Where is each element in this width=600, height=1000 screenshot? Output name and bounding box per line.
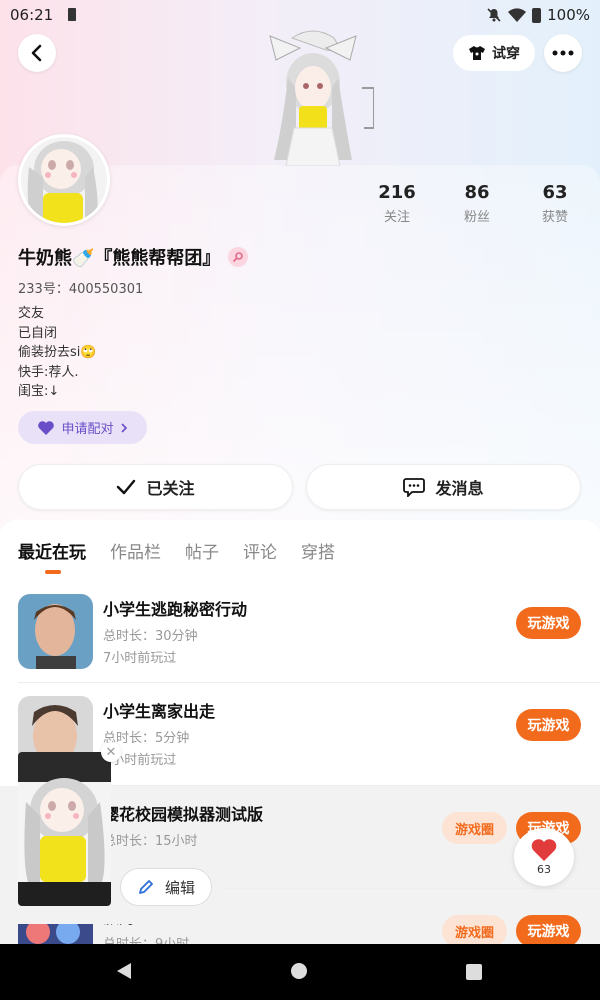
nav-recents-icon[interactable] [466, 964, 482, 980]
edit-button[interactable]: 编辑 [120, 868, 212, 906]
game-circle-button[interactable]: 游戏圈 [442, 812, 507, 844]
stat-label: 粉丝 [463, 210, 490, 225]
following-label: 已关注 [146, 479, 195, 498]
wifi-icon [508, 8, 527, 22]
like-button[interactable]: 63 [514, 828, 574, 886]
tab-outfits[interactable]: 穿搭 [301, 538, 335, 563]
game-title: 樱花校园模拟器测试版 [103, 805, 264, 824]
nav-home-icon[interactable] [291, 963, 307, 979]
battery-icon [532, 7, 542, 23]
user-id: 233号：400550301 [18, 282, 144, 297]
bio-line: 偷装扮去si🙄 [18, 345, 97, 360]
stat-likes[interactable]: 63 获赞 [520, 182, 590, 225]
avatar-image [21, 137, 107, 223]
bio-line: 已自闭 [18, 325, 58, 341]
status-icons: 100% [486, 6, 590, 24]
tab-works[interactable]: 作品栏 [110, 538, 161, 563]
stat-label: 获赞 [541, 210, 568, 225]
edit-label: 编辑 [164, 878, 195, 897]
tab-indicator [45, 570, 61, 574]
stat-following[interactable]: 216 关注 [362, 182, 432, 225]
tab-posts[interactable]: 帖子 [185, 538, 219, 563]
profile-tabs: 最近在玩 作品栏 帖子 评论 穿搭 [18, 538, 335, 563]
sim-icon [68, 8, 76, 21]
nav-back-icon[interactable] [115, 962, 133, 980]
more-button[interactable] [544, 34, 582, 72]
tab-recent-played[interactable]: 最近在玩 [18, 538, 86, 563]
battery-percent: 100% [547, 6, 590, 24]
pencil-icon [139, 880, 153, 894]
game-title: 小学生离家出走 [103, 702, 216, 721]
stat-number: 216 [378, 182, 416, 203]
message-label: 发消息 [435, 479, 484, 498]
chevron-right-icon [120, 422, 127, 433]
play-game-button[interactable]: 玩游戏 [516, 607, 581, 639]
like-count: 63 [537, 863, 551, 876]
message-button[interactable]: 发消息 [306, 464, 581, 510]
bio-line: 闺宝:↓ [18, 384, 60, 399]
bio-line: 交友 [18, 306, 45, 321]
more-dots-icon [552, 50, 574, 56]
game-circle-button[interactable]: 游戏圈 [442, 915, 507, 947]
bio-line: 快手:荐人. [18, 364, 79, 380]
avatar-character-figure [269, 30, 374, 166]
following-button[interactable]: 已关注 [18, 464, 293, 510]
stat-label: 关注 [383, 210, 410, 225]
profile-name: 牛奶熊🍼『熊熊帮帮团』 [18, 248, 221, 269]
back-button[interactable] [18, 34, 56, 72]
try-on-button[interactable]: 试穿 [453, 35, 535, 71]
tab-comments[interactable]: 评论 [243, 538, 277, 563]
game-duration: 总时长：30分钟 [103, 629, 198, 644]
divider [18, 682, 600, 683]
stat-number: 63 [542, 182, 568, 203]
game-title: 小学生逃跑秘密行动 [103, 600, 248, 619]
profile-avatar[interactable] [18, 134, 110, 226]
shirt-icon [469, 46, 485, 60]
game-meta: 总时长：30分钟 7小时前玩过 [103, 626, 198, 670]
profile-bio: 交友 已自闭 偷装扮去si🙄 快手:荐人. 闺宝:↓ [18, 304, 97, 402]
pip-preview[interactable] [18, 752, 111, 906]
play-game-button[interactable]: 玩游戏 [516, 915, 581, 947]
request-pair-label: 申请配对 [61, 422, 114, 437]
stat-number: 86 [464, 182, 490, 203]
badge-icon[interactable] [228, 247, 249, 267]
chevron-left-icon [31, 44, 42, 62]
heart-icon [38, 420, 55, 435]
game-thumbnail [18, 594, 93, 669]
check-icon [117, 479, 136, 495]
request-pair-button[interactable]: 申请配对 [18, 411, 147, 444]
status-bar: 06:21 100% [0, 0, 600, 30]
status-time: 06:21 [10, 6, 54, 24]
play-game-button[interactable]: 玩游戏 [516, 709, 581, 741]
mute-icon [487, 8, 501, 22]
close-icon[interactable]: ✕ [101, 742, 121, 762]
chat-bubble-icon [403, 478, 426, 497]
game-last-played: 7小时前玩过 [103, 651, 177, 666]
profile-name-row: 牛奶熊🍼『熊熊帮帮团』 [18, 244, 249, 270]
game-row[interactable]: 小学生逃跑秘密行动 总时长：30分钟 7小时前玩过 玩游戏 [0, 584, 600, 687]
try-on-label: 试穿 [492, 46, 520, 62]
heart-icon [531, 839, 557, 861]
stat-followers[interactable]: 86 粉丝 [442, 182, 512, 225]
